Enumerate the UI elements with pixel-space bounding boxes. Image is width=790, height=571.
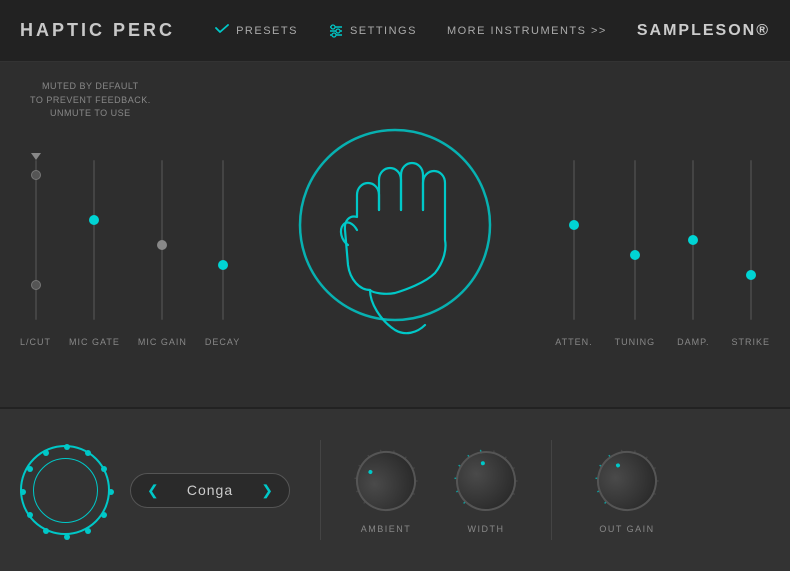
- micgate-slider[interactable]: [87, 155, 101, 325]
- atten-slider-group: ATTEN.: [555, 155, 592, 347]
- atten-slider[interactable]: [567, 155, 581, 325]
- decay-label: DECAY: [205, 337, 240, 347]
- lcut-slider-group: L/CUT: [20, 155, 51, 347]
- decay-slider[interactable]: [216, 155, 230, 325]
- damp-slider-group: DAMP.: [677, 155, 709, 347]
- settings-label: SETTINGS: [350, 25, 417, 37]
- lcut-slider[interactable]: [29, 155, 43, 325]
- tuning-label: TUNING: [615, 337, 656, 347]
- decay-slider-group: DECAY: [205, 155, 240, 347]
- sliders-right: ATTEN. TUNING DAMP.: [540, 112, 770, 377]
- presets-icon: [214, 24, 230, 38]
- divider-2: [551, 440, 552, 540]
- ambient-knob-dot: [368, 469, 373, 474]
- micgain-slider-group: MIC GAIN: [138, 155, 187, 347]
- settings-icon: [328, 24, 344, 38]
- header-nav: PRESETS SETTINGS MORE INSTRUMENTS >>: [214, 24, 607, 38]
- micgate-label: MIC GATE: [69, 337, 120, 347]
- strike-slider-group: STRIKE: [731, 155, 770, 347]
- instrument-name: Conga: [169, 482, 252, 498]
- drum-pad[interactable]: [20, 445, 110, 535]
- hand-svg: [285, 115, 505, 355]
- muted-line2: TO PREVENT FEEDBACK.: [30, 95, 151, 105]
- outgain-knob-wrapper: [592, 446, 662, 516]
- outgain-knob-dot: [615, 463, 620, 468]
- bottom-panel: ❮ Conga ❯: [0, 407, 790, 571]
- micgate-slider-group: MIC GATE: [69, 155, 120, 347]
- outgain-knob-group: OUT GAIN: [592, 446, 662, 534]
- ambient-knob-group: AMBIENT: [351, 446, 421, 534]
- prev-instrument-button[interactable]: ❮: [147, 482, 159, 499]
- ambient-knob-wrapper: [351, 446, 421, 516]
- tuning-slider[interactable]: [628, 155, 642, 325]
- brand-logo: SAMPLESON®: [637, 22, 770, 40]
- header: HAPTIC PERC PRESETS SETTINGS MORE INSTRU…: [0, 0, 790, 62]
- presets-nav-item[interactable]: PRESETS: [214, 24, 298, 38]
- more-instruments-label: MORE INSTRUMENTS >>: [447, 25, 607, 37]
- more-instruments-nav-item[interactable]: MORE INSTRUMENTS >>: [447, 25, 607, 37]
- micgain-label: MIC GAIN: [138, 337, 187, 347]
- atten-label: ATTEN.: [555, 337, 592, 347]
- presets-label: PRESETS: [236, 25, 298, 37]
- width-knob-dot: [481, 461, 486, 466]
- tuning-slider-group: TUNING: [615, 155, 656, 347]
- drum-dots-svg: [16, 441, 118, 543]
- damp-label: DAMP.: [677, 337, 709, 347]
- next-instrument-button[interactable]: ❯: [261, 482, 273, 499]
- instrument-selector[interactable]: ❮ Conga ❯: [130, 473, 290, 508]
- width-knob-group: WIDTH: [451, 446, 521, 534]
- strike-slider[interactable]: [744, 155, 758, 325]
- sliders-left: L/CUT MIC GATE MIC GAIN: [20, 112, 250, 377]
- lcut-label: L/CUT: [20, 337, 51, 347]
- micgain-slider[interactable]: [155, 155, 169, 325]
- strike-label: STRIKE: [731, 337, 770, 347]
- app-title: HAPTIC PERC: [20, 20, 175, 41]
- hand-graphic: [285, 115, 505, 355]
- main-area: MUTED BY DEFAULT TO PREVENT FEEDBACK. UN…: [0, 62, 790, 407]
- width-knob-wrapper: [451, 446, 521, 516]
- settings-nav-item[interactable]: SETTINGS: [328, 24, 417, 38]
- knobs-section: AMBIENT: [351, 446, 521, 534]
- divider-1: [320, 440, 321, 540]
- damp-slider[interactable]: [686, 155, 700, 325]
- muted-line1: MUTED BY DEFAULT: [42, 81, 139, 91]
